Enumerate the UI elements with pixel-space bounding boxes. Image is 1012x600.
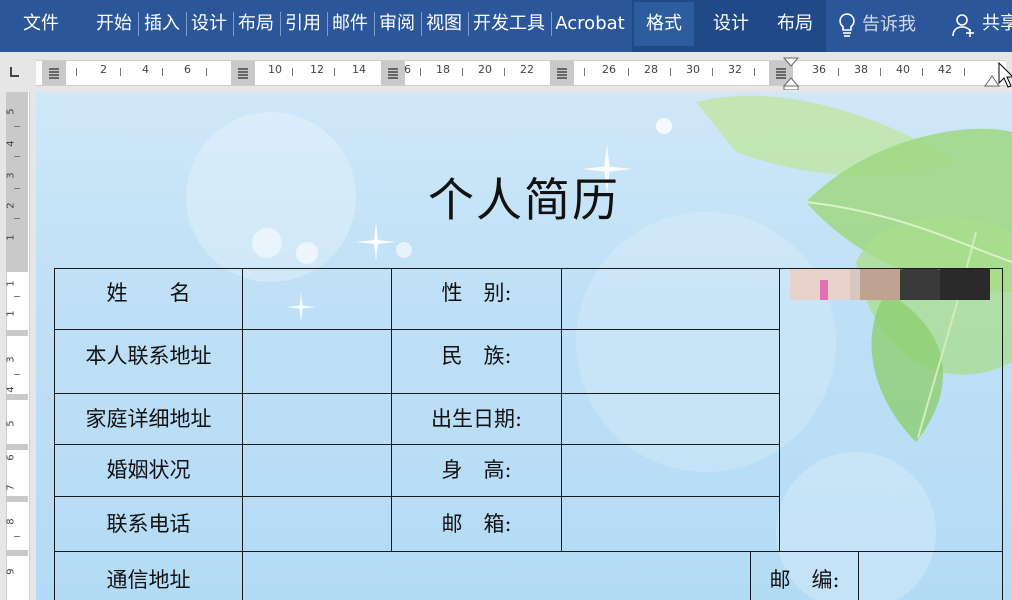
ruler-number: 26 (602, 63, 616, 76)
document-page[interactable]: 个人简历 姓 名 性 别: 本人联系地址 民 族: 家庭详细地址 出生日期: 婚… (36, 92, 1012, 600)
ruler-number: 5 (5, 108, 17, 115)
table-cell[interactable] (858, 551, 1003, 600)
ruler-number: 2 (5, 202, 17, 209)
ruler-number: 14 (352, 63, 366, 76)
ruler-number: 18 (436, 63, 450, 76)
label-height: 身 高: (441, 458, 512, 482)
ruler-number: 36 (812, 63, 826, 76)
row-marker[interactable] (6, 550, 28, 556)
resume-title[interactable]: 个人简历 (36, 164, 1012, 230)
share-button[interactable]: 共享 (982, 0, 1012, 52)
label-contact-address: 本人联系地址 (85, 344, 212, 368)
ruler-number: 6 (5, 454, 17, 461)
ruler-number: 38 (854, 63, 868, 76)
ruler-number: 20 (478, 63, 492, 76)
tab-home[interactable]: 开始 (92, 0, 139, 52)
label-home-address: 家庭详细地址 (85, 407, 212, 431)
ruler-number: 40 (896, 63, 910, 76)
mouse-pointer-icon (998, 62, 1012, 88)
column-marker[interactable] (381, 61, 405, 85)
table-cell[interactable] (242, 268, 392, 330)
tab-view[interactable]: 视图 (422, 0, 469, 52)
resume-table[interactable]: 姓 名 性 别: 本人联系地址 民 族: 家庭详细地址 出生日期: 婚姻状况 身… (54, 268, 1003, 600)
tab-review[interactable]: 审阅 (375, 0, 422, 52)
label-marital-status: 婚姻状况 (106, 458, 191, 482)
ruler-number: 7 (5, 484, 17, 491)
tab-developer[interactable]: 开发工具 (469, 0, 552, 52)
background-bokeh (396, 242, 412, 258)
ruler-number: 2 (100, 63, 107, 76)
first-line-indent-marker-icon[interactable] (782, 56, 800, 90)
table-cell[interactable] (561, 393, 780, 445)
table-cell[interactable] (242, 496, 392, 552)
table-cell[interactable] (561, 444, 780, 497)
row-marker[interactable] (6, 330, 28, 336)
table-cell[interactable] (242, 444, 392, 497)
tab-table-layout[interactable]: 布局 (764, 0, 826, 52)
table-cell[interactable] (561, 329, 780, 394)
column-marker[interactable] (231, 61, 255, 85)
tab-insert[interactable]: 插入 (140, 0, 187, 52)
ruler-number: 22 (520, 63, 534, 76)
tell-me-search[interactable]: 告诉我 (862, 0, 916, 52)
ruler-number: 6 (184, 63, 191, 76)
ruler-number: 10 (268, 63, 282, 76)
ruler-number: 1 (5, 234, 17, 241)
ruler-number: 6 (404, 63, 411, 76)
ruler-number: 9 (5, 568, 17, 575)
row-marker[interactable] (6, 496, 28, 502)
tab-stop-selector-icon[interactable] (10, 67, 20, 77)
ruler-number: 3 (5, 356, 17, 363)
ruler-number: 4 (142, 63, 149, 76)
tab-acrobat[interactable]: Acrobat (552, 0, 628, 52)
tab-mailings[interactable]: 邮件 (328, 0, 375, 52)
ruler-number: 8 (5, 518, 17, 525)
label-phone: 联系电话 (106, 512, 191, 536)
ruler-number: 30 (686, 63, 700, 76)
label-ethnicity: 民 族: (441, 344, 512, 368)
label-birth-date: 出生日期: (430, 407, 523, 431)
row-marker[interactable] (6, 444, 28, 450)
horizontal-ruler-track[interactable]: 2 4 6 10 12 14 6 18 20 22 26 28 30 32 36… (36, 60, 1006, 86)
ruler-number: 4 (5, 140, 17, 147)
ruler-number: 3 (5, 172, 17, 179)
tab-file[interactable]: 文件 (0, 0, 82, 52)
table-cell[interactable] (242, 329, 392, 394)
tab-design[interactable]: 设计 (187, 0, 234, 52)
tab-table-design[interactable]: 设计 (700, 0, 762, 52)
background-bokeh (252, 228, 282, 258)
ruler-number: 5 (5, 420, 17, 427)
row-marker[interactable] (6, 266, 28, 272)
ruler-number: 32 (728, 63, 742, 76)
background-bokeh (296, 242, 318, 264)
column-marker[interactable] (42, 61, 66, 85)
label-postcode: 邮 编: (769, 568, 840, 592)
label-email: 邮 箱: (441, 512, 512, 536)
ruler-number: 42 (938, 63, 952, 76)
label-gender: 性 别: (441, 281, 512, 305)
tab-layout[interactable]: 布局 (234, 0, 281, 52)
photo-cell[interactable] (779, 268, 1003, 551)
table-cell[interactable] (242, 393, 392, 445)
table-cell[interactable] (242, 551, 751, 600)
ruler-number: 12 (310, 63, 324, 76)
label-mailing-address: 通信地址 (106, 568, 191, 592)
vertical-ruler[interactable]: 5 4 3 2 1 1 1 3 4 5 6 7 8 9 (0, 92, 36, 600)
ribbon-tab-bar: 文件 开始 插入 设计 布局 引用 邮件 审阅 视图 开发工具 Acrobat … (0, 0, 1012, 52)
lightbulb-icon[interactable] (836, 12, 858, 38)
table-cell[interactable] (561, 496, 780, 552)
row-marker[interactable] (6, 394, 28, 400)
ruler-number: 28 (644, 63, 658, 76)
label-name: 姓 名 (106, 281, 191, 305)
column-marker[interactable] (550, 61, 574, 85)
ruler-number: 1 (5, 280, 17, 287)
table-cell[interactable] (561, 268, 780, 330)
tab-references[interactable]: 引用 (281, 0, 328, 52)
tab-table-format[interactable]: 格式 (634, 0, 694, 52)
ruler-number: 1 (5, 310, 17, 317)
share-person-icon[interactable] (952, 12, 976, 38)
